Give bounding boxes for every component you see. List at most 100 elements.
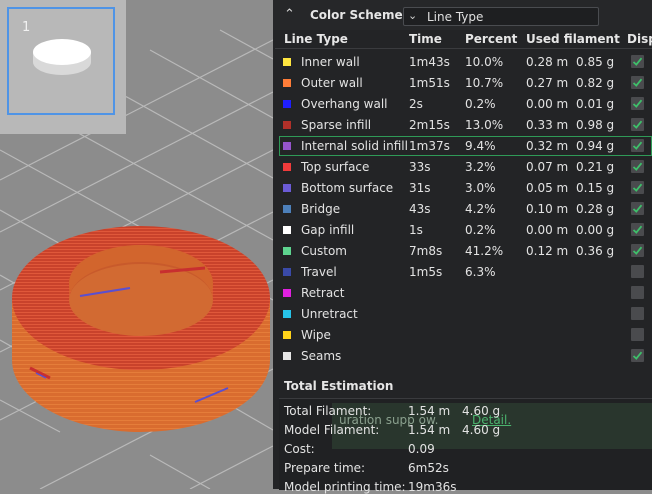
line-type-color-swatch [283,58,291,66]
column-header-line-type: Line Type [284,32,348,46]
line-type-length: 0.32 m [526,139,569,153]
line-type-percent: 0.2% [465,97,496,111]
line-type-color-swatch [283,163,291,171]
line-type-color-swatch [283,310,291,318]
column-header-time: Time [409,32,442,46]
header-divider [275,48,652,49]
checkmark-icon [632,120,643,129]
legend-row[interactable]: Internal solid infill 1m37s 9.4% 0.32 m 0.94… [273,135,652,156]
line-type-length: 0.28 m [526,55,569,69]
legend-row[interactable]: Unretract [273,303,652,324]
line-type-color-swatch [283,289,291,297]
display-checkbox[interactable] [631,265,644,278]
line-type-time: 33s [409,160,431,174]
display-checkbox[interactable] [631,55,644,68]
display-checkbox[interactable] [631,244,644,257]
display-checkbox[interactable] [631,139,644,152]
display-checkbox[interactable] [631,118,644,131]
line-type-time: 1m51s [409,76,450,90]
line-type-weight: 0.85 g [576,55,615,69]
checkmark-icon [632,183,643,192]
line-type-color-swatch [283,205,291,213]
line-type-name: Top surface [301,160,370,174]
line-type-name: Overhang wall [301,97,388,111]
line-type-name: Bottom surface [301,181,394,195]
line-type-name: Outer wall [301,76,363,90]
display-checkbox[interactable] [631,223,644,236]
legend-row[interactable]: Outer wall 1m51s 10.7% 0.27 m 0.82 g [273,72,652,93]
line-type-length: 0.07 m [526,160,569,174]
estimation-value: 19m36s [408,480,457,494]
line-type-color-swatch [283,142,291,150]
legend-panel: ⌃ Color Scheme ⌄ Line Type Line Type Tim… [273,0,652,494]
plate-thumbnail[interactable]: 1 [0,0,126,134]
display-checkbox[interactable] [631,286,644,299]
display-checkbox[interactable] [631,328,644,341]
display-checkbox[interactable] [631,202,644,215]
collapse-chevron-icon[interactable]: ⌃ [284,7,295,22]
display-checkbox[interactable] [631,97,644,110]
color-scheme-label: Color Scheme [310,8,403,22]
line-type-color-swatch [283,226,291,234]
legend-row[interactable]: Travel 1m5s 6.3% [273,261,652,282]
estimation-value: 1.54 m [408,423,451,437]
line-type-time: 2s [409,97,423,111]
estimation-label: Model printing time: [284,480,406,494]
line-type-weight: 0.01 g [576,97,615,111]
display-checkbox[interactable] [631,349,644,362]
line-type-length: 0.33 m [526,118,569,132]
legend-row[interactable]: Bridge 43s 4.2% 0.10 m 0.28 g [273,198,652,219]
legend-row[interactable]: Seams [273,345,652,366]
line-type-color-swatch [283,268,291,276]
line-type-color-swatch [283,184,291,192]
legend-row[interactable]: Wipe [273,324,652,345]
line-type-time: 7m8s [409,244,443,258]
checkmark-icon [632,351,643,360]
checkmark-icon [632,99,643,108]
legend-row[interactable]: Inner wall 1m43s 10.0% 0.28 m 0.85 g [273,51,652,72]
total-estimation-title: Total Estimation [284,379,394,393]
line-type-color-swatch [283,121,291,129]
display-checkbox[interactable] [631,160,644,173]
legend-row[interactable]: Retract [273,282,652,303]
estimation-label: Cost: [284,442,315,456]
line-type-weight: 0.36 g [576,244,615,258]
line-type-weight: 0.28 g [576,202,615,216]
line-type-name: Retract [301,286,345,300]
line-type-weight: 0.98 g [576,118,615,132]
line-type-time: 1m43s [409,55,450,69]
display-checkbox[interactable] [631,181,644,194]
legend-row[interactable]: Bottom surface 31s 3.0% 0.05 m 0.15 g [273,177,652,198]
thumbnail-preview [33,39,91,75]
line-type-time: 31s [409,181,431,195]
display-checkbox[interactable] [631,307,644,320]
line-type-percent: 3.2% [465,160,496,174]
line-type-length: 0.00 m [526,97,569,111]
color-scheme-bar: ⌃ Color Scheme ⌄ Line Type [273,0,652,30]
legend-row[interactable]: Gap infill 1s 0.2% 0.00 m 0.00 g [273,219,652,240]
line-type-name: Travel [301,265,337,279]
estimation-value-secondary: 4.60 g [462,423,501,437]
line-type-name: Internal solid infill [301,139,408,153]
line-type-time: 2m15s [409,118,450,132]
color-scheme-select[interactable]: ⌄ Line Type [403,7,599,26]
line-type-percent: 9.4% [465,139,496,153]
line-type-length: 0.00 m [526,223,569,237]
display-checkbox[interactable] [631,76,644,89]
legend-row[interactable]: Sparse infill 2m15s 13.0% 0.33 m 0.98 g [273,114,652,135]
line-type-length: 0.05 m [526,181,569,195]
estimation-value-secondary: 4.60 g [462,404,501,418]
line-type-percent: 6.3% [465,265,496,279]
legend-row[interactable]: Top surface 33s 3.2% 0.07 m 0.21 g [273,156,652,177]
line-type-weight: 0.00 g [576,223,615,237]
line-type-weight: 0.15 g [576,181,615,195]
legend-row[interactable]: Custom 7m8s 41.2% 0.12 m 0.36 g [273,240,652,261]
line-type-name: Unretract [301,307,358,321]
line-type-percent: 10.0% [465,55,504,69]
line-type-percent: 41.2% [465,244,504,258]
checkmark-icon [632,204,643,213]
legend-row[interactable]: Overhang wall 2s 0.2% 0.00 m 0.01 g [273,93,652,114]
estimation-value: 1.54 m [408,404,451,418]
checkmark-icon [632,78,643,87]
line-type-name: Wipe [301,328,331,342]
